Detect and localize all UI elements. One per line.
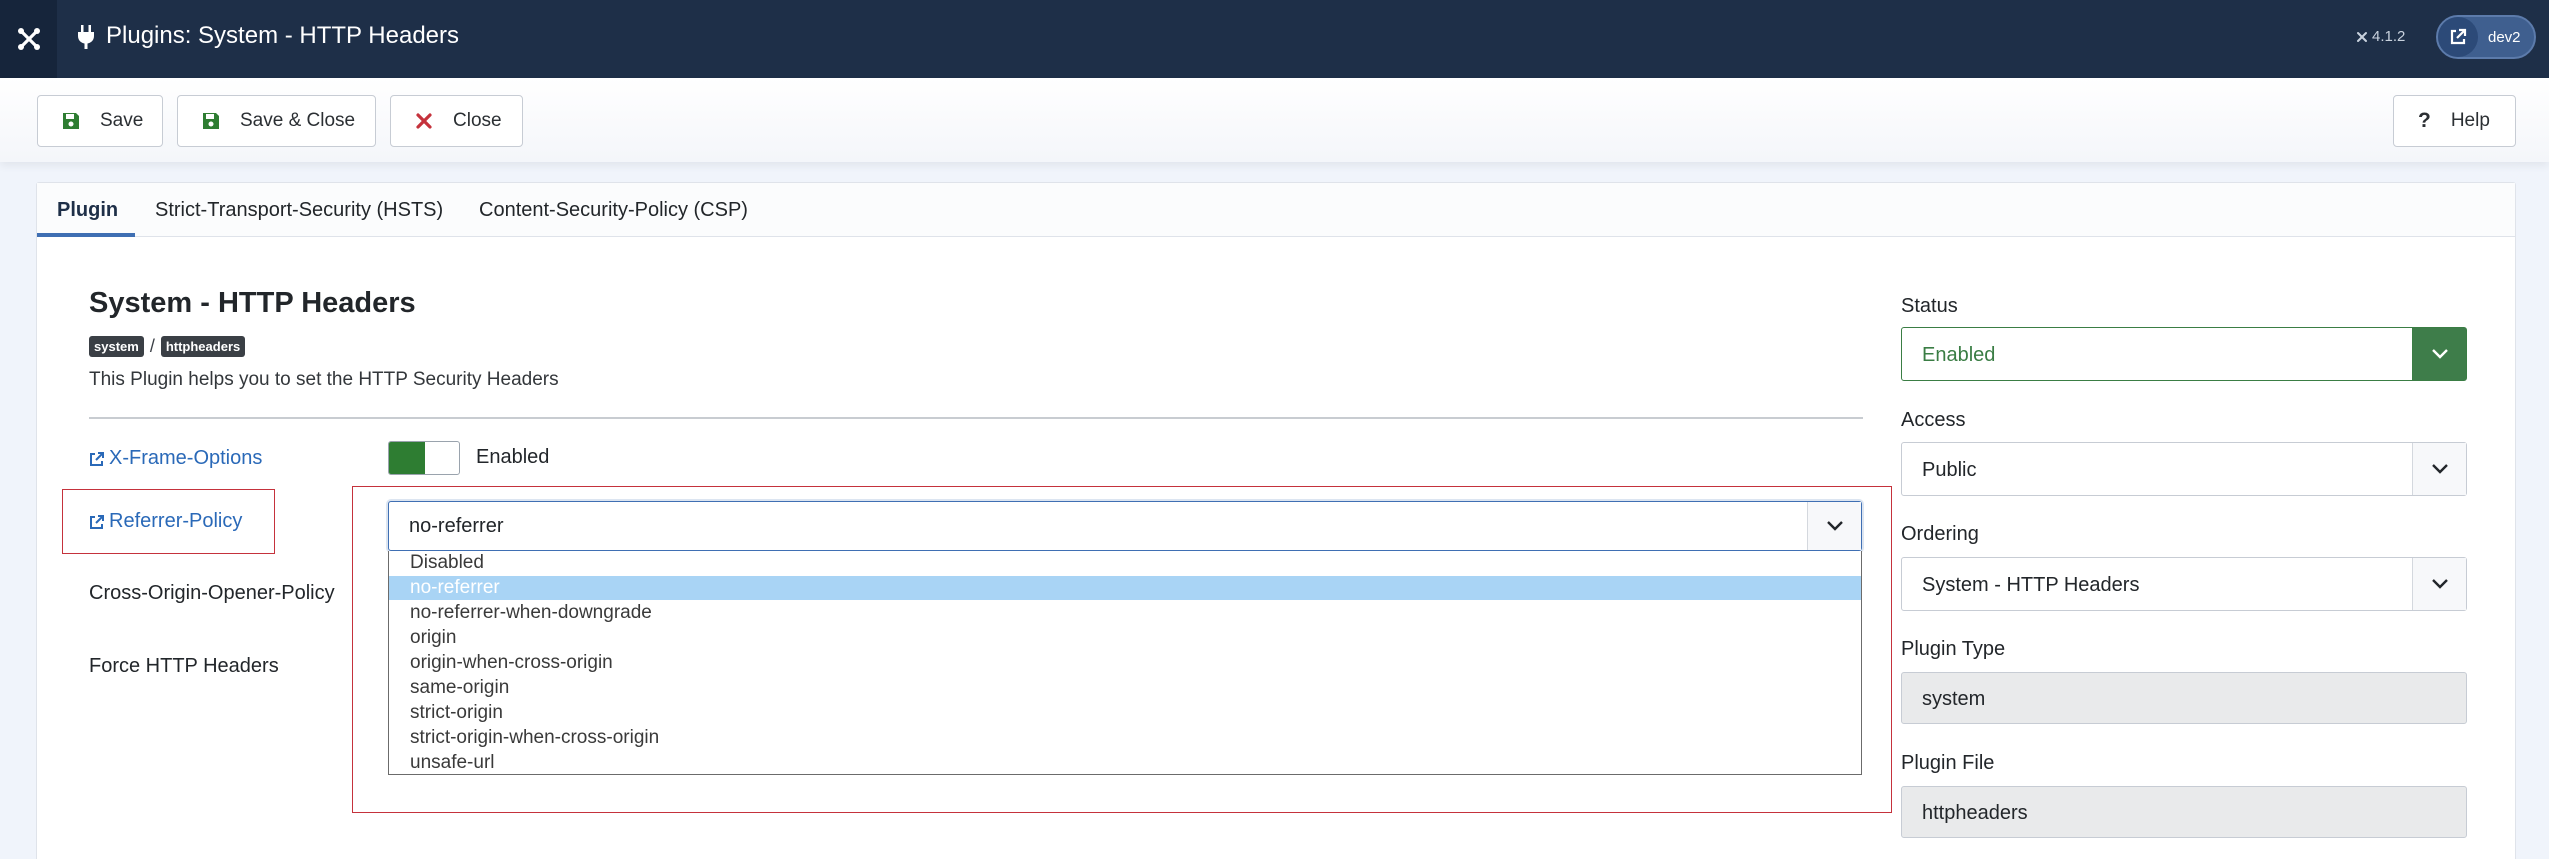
badge-separator: / xyxy=(149,336,155,356)
help-label: Help xyxy=(2450,110,2490,131)
close-label: Close xyxy=(453,110,502,131)
version-badge: 4.1.2 xyxy=(2356,28,2405,45)
close-icon xyxy=(416,113,432,129)
ordering-select[interactable]: System - HTTP Headers xyxy=(1901,557,2467,611)
ordering-label: Ordering xyxy=(1901,523,1979,545)
save-close-label: Save & Close xyxy=(240,110,356,131)
app-header: Plugins: System - HTTP Headers 4.1.2 dev… xyxy=(0,0,2549,78)
joomla-small-icon xyxy=(2357,31,2367,42)
referrer-policy-text: Referrer-Policy xyxy=(109,510,243,532)
x-frame-options-label[interactable]: X-Frame-Options xyxy=(89,447,262,470)
tab-bar: Plugin Strict-Transport-Security (HSTS) … xyxy=(37,183,2515,237)
option-no-referrer-when-downgrade[interactable]: no-referrer-when-downgrade xyxy=(389,601,1861,625)
active-tab-indicator xyxy=(37,233,135,237)
divider xyxy=(89,417,1863,419)
save-icon xyxy=(63,113,79,129)
x-frame-options-toggle[interactable] xyxy=(388,441,460,475)
status-label: Status xyxy=(1901,295,1958,317)
x-frame-options-state: Enabled xyxy=(476,446,550,468)
plugin-type-field: system xyxy=(1901,672,2467,724)
tab-csp[interactable]: Content-Security-Policy (CSP) xyxy=(479,199,748,222)
save-icon xyxy=(203,113,219,129)
chevron-down-icon xyxy=(1807,502,1861,550)
joomla-logo-icon xyxy=(17,28,40,50)
option-same-origin[interactable]: same-origin xyxy=(389,676,1861,700)
access-label: Access xyxy=(1901,409,1966,431)
option-strict-origin-when-cross-origin[interactable]: strict-origin-when-cross-origin xyxy=(389,726,1861,750)
status-select[interactable]: Enabled xyxy=(1901,327,2467,381)
page-title: Plugins: System - HTTP Headers xyxy=(106,22,460,49)
force-headers-label: Force HTTP Headers xyxy=(89,655,279,677)
referrer-policy-label[interactable]: Referrer-Policy xyxy=(89,510,242,533)
help-button[interactable]: ? Help xyxy=(2393,95,2516,147)
external-link-icon xyxy=(2438,17,2478,57)
access-value: Public xyxy=(1922,459,1977,481)
plugin-file-field: httpheaders xyxy=(1901,786,2467,838)
option-no-referrer[interactable]: no-referrer xyxy=(389,576,1861,600)
tab-plugin[interactable]: Plugin xyxy=(57,199,118,222)
folder-badge: system xyxy=(89,336,144,357)
option-origin[interactable]: origin xyxy=(389,626,1861,650)
option-unsafe-url[interactable]: unsafe-url xyxy=(389,751,1861,775)
status-value: Enabled xyxy=(1922,344,1996,366)
chevron-down-icon xyxy=(2412,328,2466,380)
chevron-down-icon xyxy=(2412,443,2466,495)
plugin-description: This Plugin helps you to set the HTTP Se… xyxy=(89,369,559,390)
plugin-badges: system / httpheaders xyxy=(89,336,246,357)
question-icon: ? xyxy=(2418,109,2431,132)
ordering-value: System - HTTP Headers xyxy=(1922,574,2140,596)
site-link-button[interactable]: dev2 xyxy=(2436,15,2536,59)
tab-hsts[interactable]: Strict-Transport-Security (HSTS) xyxy=(155,199,443,222)
referrer-policy-options: Disabled no-referrer no-referrer-when-do… xyxy=(388,551,1862,775)
option-disabled[interactable]: Disabled xyxy=(389,551,1861,575)
element-badge: httpheaders xyxy=(160,336,246,357)
plugin-card: Plugin Strict-Transport-Security (HSTS) … xyxy=(36,182,2516,859)
save-button[interactable]: Save xyxy=(37,95,163,147)
toggle-on-indicator xyxy=(389,442,425,474)
plug-icon xyxy=(78,25,94,49)
plugin-file-label: Plugin File xyxy=(1901,752,1995,774)
save-label: Save xyxy=(100,110,144,131)
plugin-type-value: system xyxy=(1922,688,1986,710)
referrer-policy-select[interactable]: no-referrer xyxy=(388,501,1862,551)
site-name: dev2 xyxy=(2488,28,2521,46)
referrer-policy-value: no-referrer xyxy=(409,515,504,537)
external-link-icon xyxy=(90,514,104,529)
external-link-icon xyxy=(90,451,104,466)
option-origin-when-cross-origin[interactable]: origin-when-cross-origin xyxy=(389,651,1861,675)
joomla-logo[interactable] xyxy=(0,0,57,78)
option-strict-origin[interactable]: strict-origin xyxy=(389,701,1861,725)
coop-label: Cross-Origin-Opener-Policy xyxy=(89,582,335,604)
save-close-button[interactable]: Save & Close xyxy=(177,95,376,147)
plugin-type-label: Plugin Type xyxy=(1901,638,2006,660)
version-text: 4.1.2 xyxy=(2372,28,2406,45)
plugin-file-value: httpheaders xyxy=(1922,802,2028,824)
toolbar: Save Save & Close Close ? Help xyxy=(0,78,2549,162)
x-frame-options-text: X-Frame-Options xyxy=(109,447,263,469)
access-select[interactable]: Public xyxy=(1901,442,2467,496)
close-button[interactable]: Close xyxy=(390,95,523,147)
chevron-down-icon xyxy=(2412,558,2466,610)
plugin-title: System - HTTP Headers xyxy=(89,287,416,319)
